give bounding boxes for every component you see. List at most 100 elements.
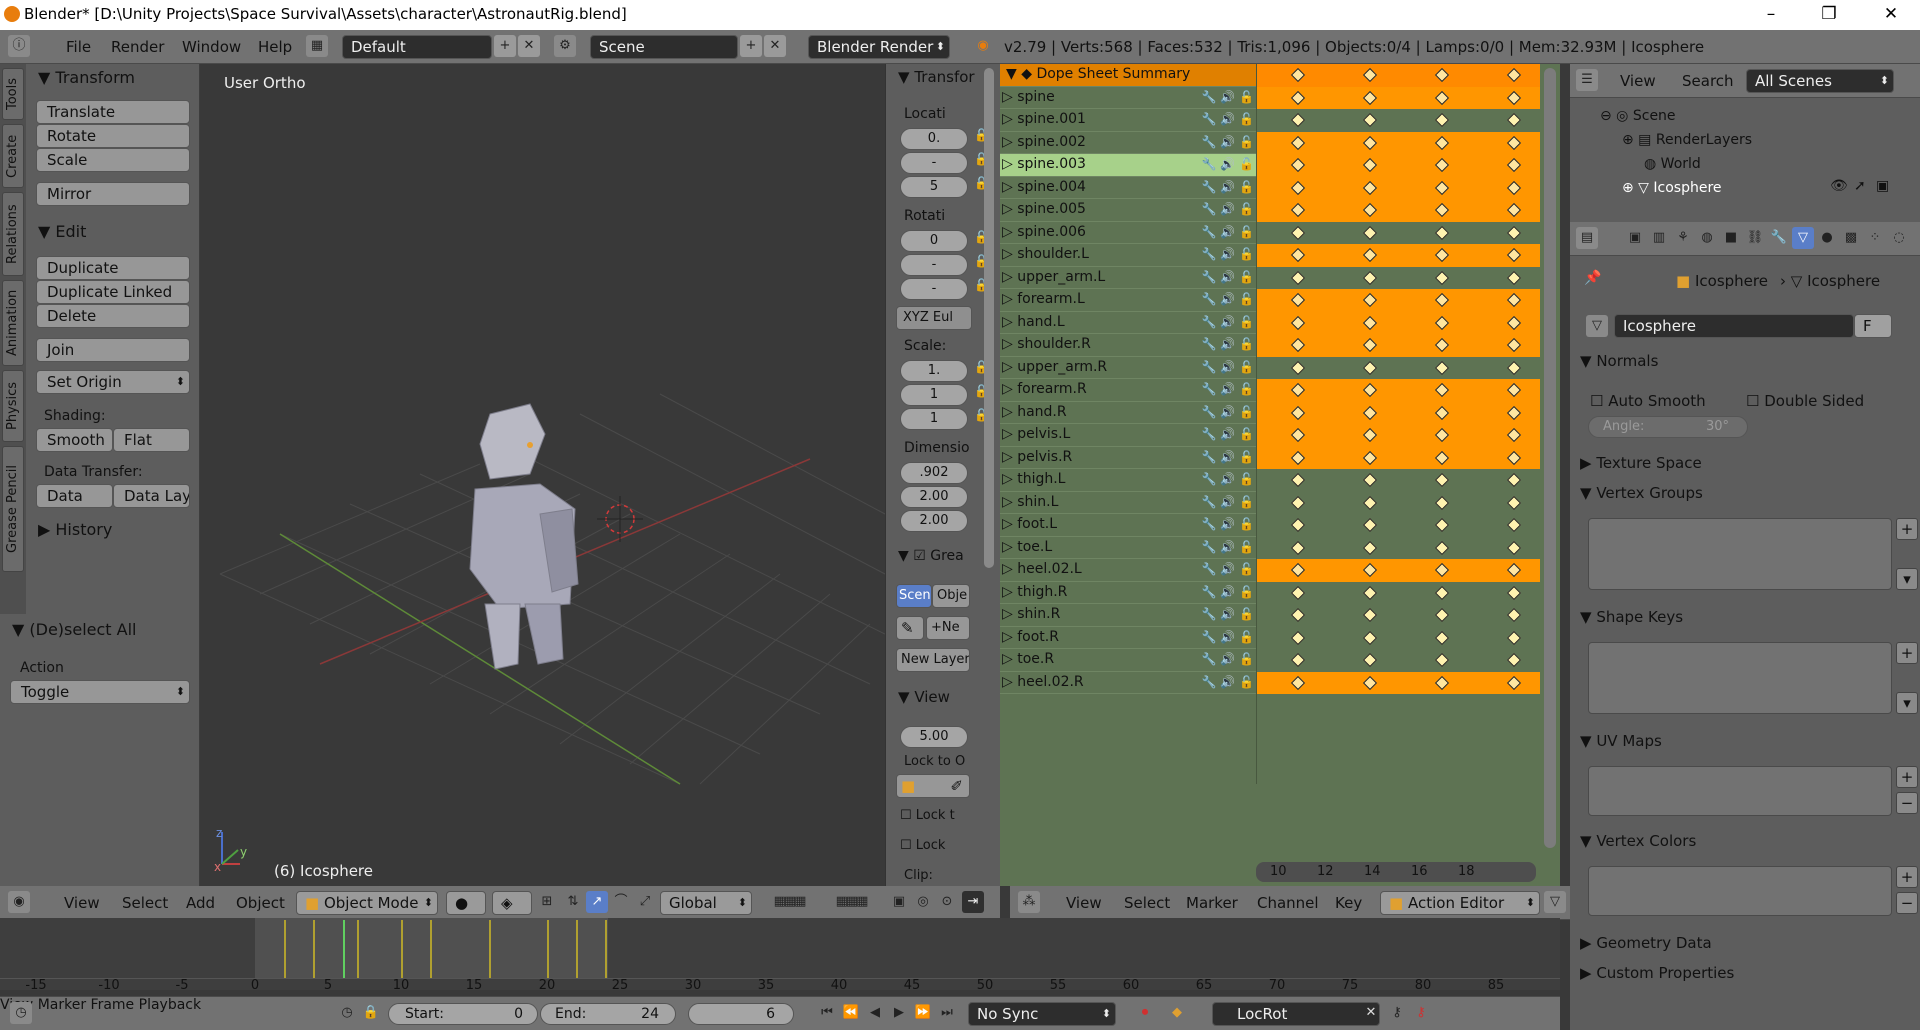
channel-row[interactable]: ▷ thigh.R 🔧 🔊 🔓 [1000,582,1256,604]
keyframe-diamond[interactable] [1506,315,1522,330]
menu-render[interactable]: Render [111,38,164,56]
keyframe-diamond[interactable] [1290,675,1306,690]
view3d-editor-icon[interactable]: ◉ [8,891,30,913]
channel-row[interactable]: ▷ spine.003 🔧 🔊 🔓 [1000,154,1256,177]
channel-row[interactable]: ▷ spine 🔧 🔊 🔓 [1000,87,1256,109]
view3d-select-menu[interactable]: Select [122,894,168,912]
keyframe-diamond[interactable] [1290,112,1306,128]
shape-keys-panel-title[interactable]: ▼ Shape Keys [1580,608,1916,626]
menu-help[interactable]: Help [258,38,292,56]
add-layout-icon[interactable]: + [494,35,516,57]
expand-icon[interactable]: ▷ [1000,471,1017,487]
keyframe-diamond[interactable] [1506,135,1522,150]
outliner-item-renderlayers[interactable]: ⊕ ▤ RenderLayers [1622,132,1752,148]
shape-key-menu-icon[interactable]: ▾ [1896,692,1918,714]
uv-maps-panel-title[interactable]: ▼ UV Maps [1580,732,1916,750]
current-frame-field[interactable]: 6 [688,1003,794,1025]
close-button[interactable]: ✕ [1862,0,1920,30]
channel-toggle-icons[interactable]: 🔧 🔊 🔓 [1202,87,1254,108]
scroll-right-icon[interactable]: ⇥ [962,891,984,913]
grease-pencil-panel-title[interactable]: ▼ ☑ Grea [898,548,964,564]
duplicate-linked-button[interactable]: Duplicate Linked [36,280,190,304]
channel-toggle-icons[interactable]: 🔧 🔊 🔓 [1202,649,1254,670]
lock-t-checkbox[interactable]: ☐ Lock t [900,808,955,823]
keyframe-diamond[interactable] [1506,247,1522,263]
snap-icon[interactable]: ⤢ [634,891,656,913]
fake-user-button[interactable]: F [1854,314,1892,338]
channel-row[interactable]: ▷ foot.L 🔧 🔊 🔓 [1000,514,1256,537]
new-layer-button[interactable]: New Layer [896,648,970,672]
outliner-item-world[interactable]: ◍ World [1644,156,1701,172]
editor-type-icon[interactable]: ⓘ [8,35,30,57]
uv-maps-list[interactable] [1588,766,1892,816]
channel-toggle-icons[interactable]: 🔧 🔊 🔓 [1202,244,1254,265]
orientation-dropdown[interactable]: Global ⬍ [660,891,752,915]
keyframe-diamond[interactable] [1362,202,1378,218]
keyframe-diamond[interactable] [1434,630,1450,645]
keyframe-diamond[interactable] [1290,270,1306,285]
cursor-icon[interactable]: ➚ [1854,178,1866,194]
keyframe-diamond[interactable] [1506,360,1522,375]
channel-toggle-icons[interactable]: 🔧 🔊 🔓 [1202,402,1254,423]
channel-keys-row[interactable] [1256,492,1540,515]
channel-keys-row[interactable] [1256,604,1540,627]
channel-keys-row[interactable] [1256,446,1540,469]
tab-animation[interactable]: Animation [2,280,24,366]
jump-start-icon[interactable]: ⏮ [816,1002,838,1024]
expand-icon[interactable]: ▷ [1000,291,1017,307]
pivot-dropdown[interactable]: ◈ [492,891,532,915]
keying-icon[interactable]: ◆ [1166,1002,1188,1024]
channel-toggle-icons[interactable]: 🔧 🔊 🔓 [1202,559,1254,580]
channel-toggle-icons[interactable]: 🔧 🔊 🔓 [1202,267,1254,288]
outliner-search-menu[interactable]: Search [1682,72,1734,90]
layout-dropdown[interactable]: Default [342,35,492,59]
render-engine-dropdown[interactable]: Blender Render ⬍ [808,35,950,59]
expand-icon[interactable]: ▷ [1000,561,1017,577]
keyframe-diamond[interactable] [1290,337,1306,353]
play-reverse-icon[interactable]: ◀ [864,1002,886,1024]
keyframe-diamond[interactable] [1506,405,1522,420]
vertex-colors-list[interactable] [1588,866,1892,916]
set-origin-dropdown[interactable]: Set Origin ⬍ [36,370,190,394]
keyframe-diamond[interactable] [1290,202,1306,218]
keyframe-diamond[interactable] [1362,562,1378,578]
rotation-x-field[interactable]: 0 [900,230,968,252]
keyframe-diamond[interactable] [1506,495,1522,510]
object-toggle[interactable]: Obje [932,584,970,608]
tab-create[interactable]: Create [2,124,24,188]
expand-icon[interactable]: ▷ [1000,584,1017,600]
summary-keys-row[interactable] [1256,64,1540,87]
keyframe-diamond[interactable] [1290,225,1306,240]
keyframe-diamond[interactable] [1434,112,1450,128]
scale-y-field[interactable]: 1 [900,384,968,406]
remove-layout-icon[interactable]: ✕ [518,35,540,57]
keyframe-diamond[interactable] [1506,675,1522,690]
keyframe-diamond[interactable] [1506,472,1522,488]
channel-keys-row[interactable] [1256,671,1540,694]
channel-row[interactable]: ▷ spine.005 🔧 🔊 🔓 [1000,199,1256,222]
channel-row[interactable]: ▷ pelvis.L 🔧 🔊 🔓 [1000,424,1256,447]
channel-row[interactable]: ▷ shin.R 🔧 🔊 🔓 [1000,604,1256,627]
channel-keys-row[interactable] [1256,244,1540,267]
constraints-tab-icon[interactable]: ⛓ [1744,227,1766,249]
render-tab-icon[interactable]: ▣ [1624,227,1646,249]
keyframe-diamond[interactable] [1290,427,1306,443]
keyframe-diamond[interactable] [1434,585,1450,600]
channel-toggle-icons[interactable]: 🔧 🔊 🔓 [1202,492,1254,513]
channel-keys-row[interactable] [1256,154,1540,177]
channel-keys-row[interactable] [1256,267,1540,290]
channel-toggle-icons[interactable]: 🔧 🔊 🔓 [1202,289,1254,310]
keyframe-diamond[interactable] [1434,517,1450,533]
auto-smooth-checkbox[interactable]: ☐ Auto Smooth [1590,392,1706,410]
sync-dropdown[interactable]: No Sync ⬍ [968,1002,1116,1026]
expand-icon[interactable]: ▷ [1000,381,1017,397]
keyframe-diamond[interactable] [1434,495,1450,510]
expand-icon[interactable]: ▷ [1000,269,1017,285]
channel-keys-row[interactable] [1256,334,1540,357]
jump-next-key-icon[interactable]: ⏩ [912,1002,934,1024]
frame-scrubber[interactable]: 10 12 14 16 18 [1256,862,1536,882]
texture-tab-icon[interactable]: ▩ [1840,227,1862,249]
rotate-button[interactable]: Rotate [36,124,190,148]
add-shape-key-icon[interactable]: + [1896,642,1918,664]
lens-field[interactable]: 5.00 [900,726,968,748]
